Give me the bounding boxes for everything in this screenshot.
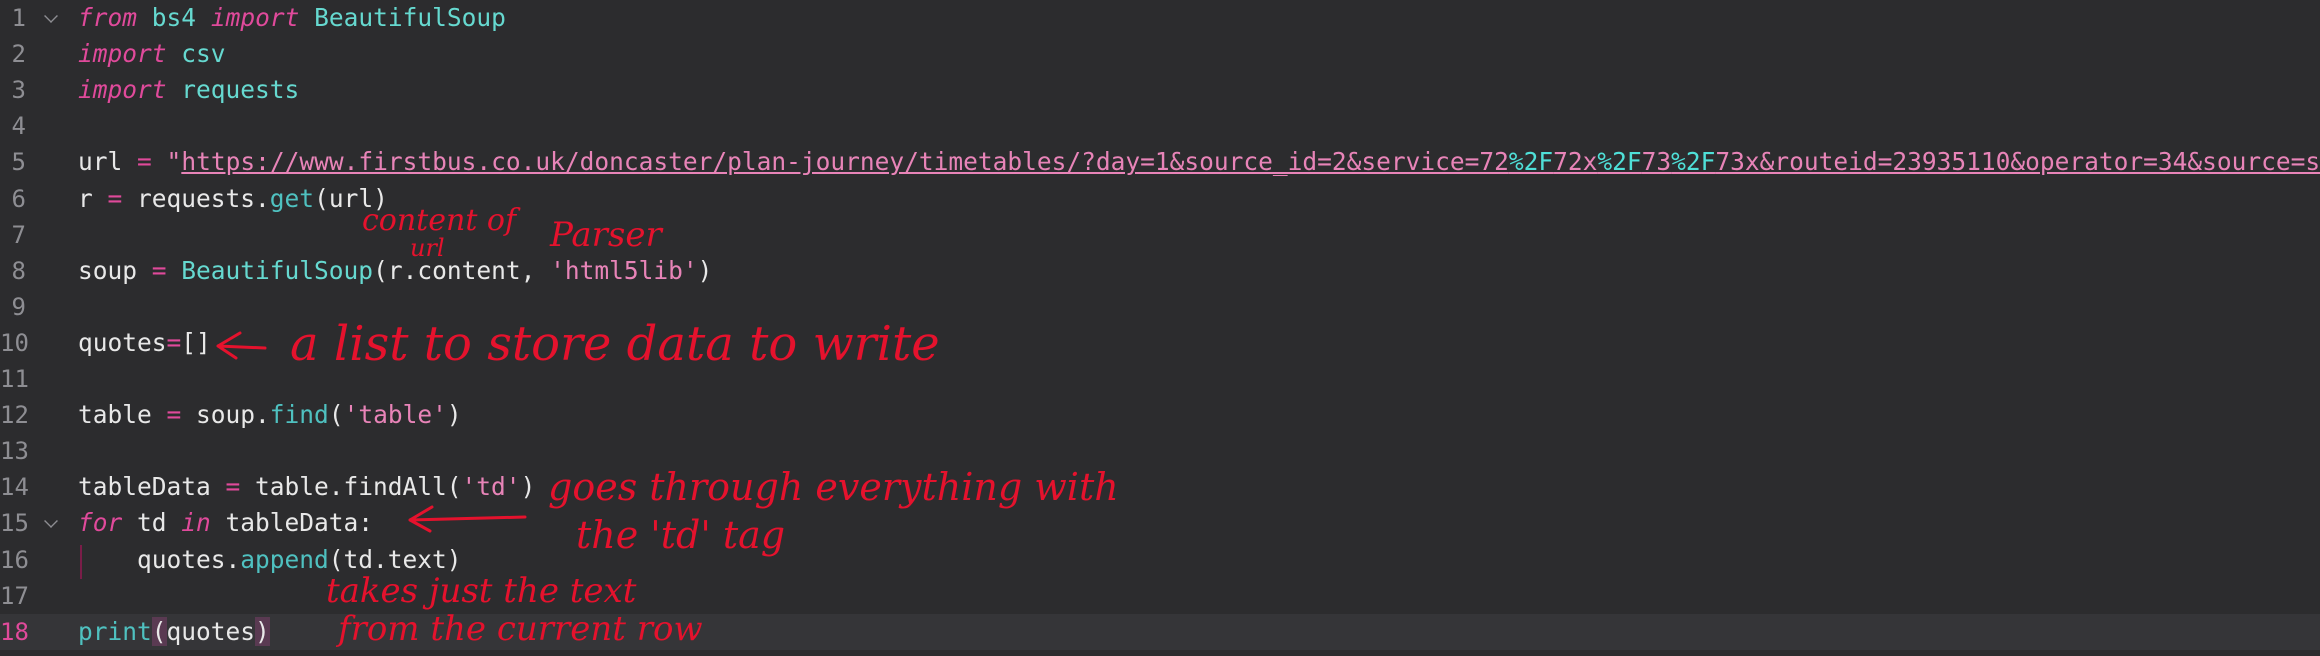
annotation-content-of-url-line2: url (410, 234, 445, 262)
annotation-td-note-line1: goes through everything with (548, 465, 1119, 509)
arrow-to-for-loop (408, 505, 527, 533)
annotation-td-note-line2: the 'td' tag (576, 513, 786, 557)
annotation-list-note: a list to store data to write (290, 316, 940, 372)
annotation-text-note-line2: from the current row (338, 609, 703, 649)
arrow-to-quotes (216, 331, 267, 360)
annotation-content-of-url-line1: content of (362, 203, 517, 238)
annotation-text-note-line1: takes just the text (326, 571, 637, 611)
annotation-parser: Parser (550, 215, 662, 255)
